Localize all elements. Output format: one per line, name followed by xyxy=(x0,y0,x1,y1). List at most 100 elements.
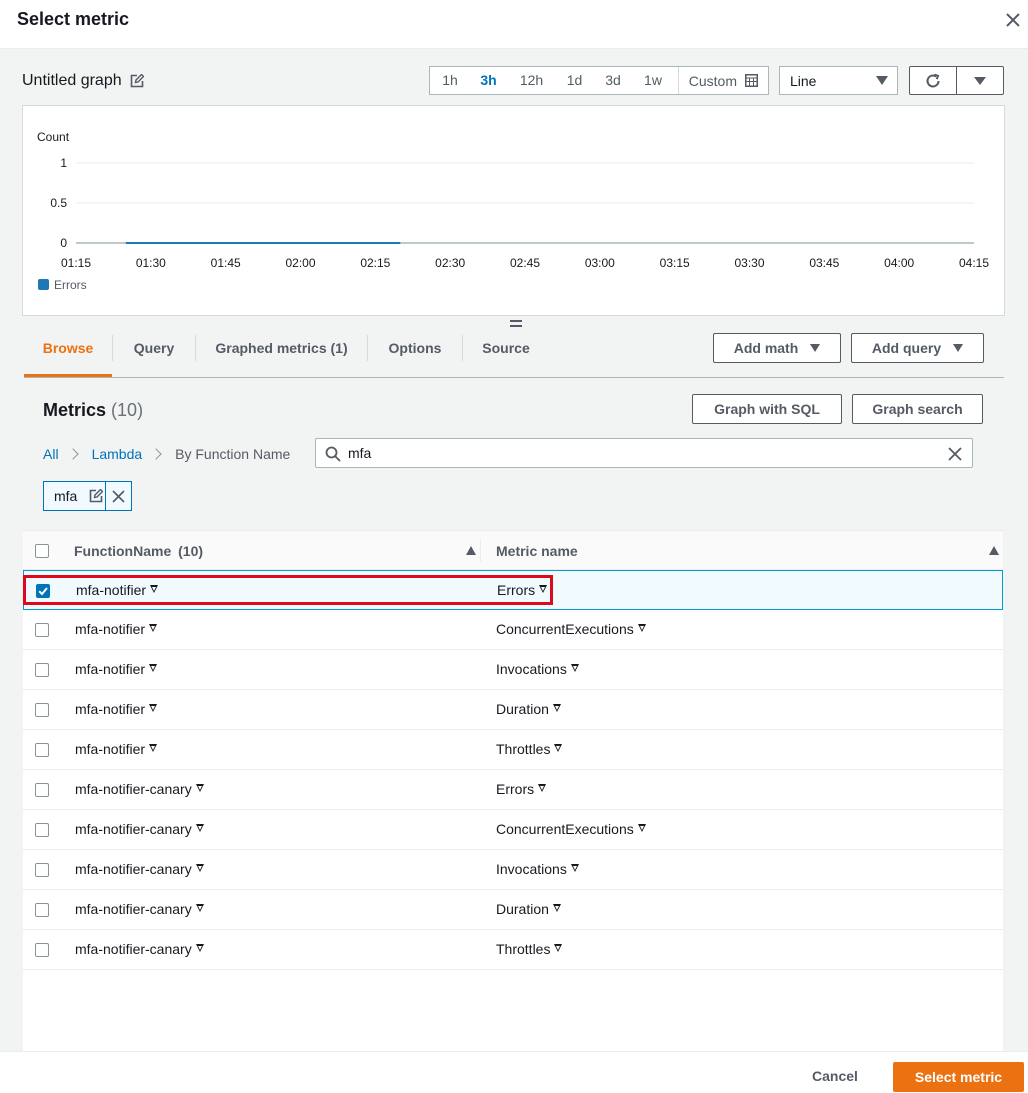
dialog-header: Select metric xyxy=(0,0,1028,49)
time-range-1h[interactable]: 1h xyxy=(430,67,470,94)
graph-with-sql-button[interactable]: Graph with SQL xyxy=(692,394,842,424)
chart-panel: Count 1 0.5 0 01:15 01:30 01:45 02:00 02:15 02:30… xyxy=(22,105,1005,316)
row-checkbox[interactable] xyxy=(35,703,49,717)
sort-ascending-icon[interactable] xyxy=(989,546,999,555)
metrics-browser: Metrics (10) Graph with SQL Graph search… xyxy=(23,378,1003,1051)
function-name-cell: mfa-notifier-canary xyxy=(75,861,204,877)
row-checkbox[interactable] xyxy=(35,623,49,637)
select-all-checkbox[interactable] xyxy=(35,544,49,558)
row-checkbox[interactable] xyxy=(35,743,49,757)
refresh-button[interactable] xyxy=(909,66,957,95)
chart-type-select[interactable]: Line xyxy=(779,66,898,95)
tab-query[interactable]: Query xyxy=(113,330,195,377)
row-checkbox[interactable] xyxy=(35,943,49,957)
remove-token-button[interactable] xyxy=(105,482,131,510)
metric-name: ConcurrentExecutions xyxy=(496,621,634,637)
time-range-1w[interactable]: 1w xyxy=(633,67,673,94)
metric-name: Errors xyxy=(496,781,535,797)
function-name-cell: mfa-notifier xyxy=(75,701,158,717)
time-range-3h[interactable]: 3h xyxy=(470,67,507,94)
filter-menu-icon[interactable] xyxy=(149,704,158,712)
metric-name-cell: Invocations xyxy=(496,861,579,877)
calendar-icon xyxy=(745,74,758,87)
function-name: mfa-notifier xyxy=(75,661,146,677)
table-row[interactable]: mfa-notifier ConcurrentExecutions xyxy=(23,610,1003,650)
column-metric-name[interactable]: Metric name xyxy=(496,543,578,559)
table-row[interactable]: mfa-notifier-canary Throttles xyxy=(23,930,1003,970)
table-row[interactable]: mfa-notifier Invocations xyxy=(23,650,1003,690)
filter-menu-icon[interactable] xyxy=(538,784,547,792)
graph-title[interactable]: Untitled graph xyxy=(22,72,144,90)
tab-browse[interactable]: Browse xyxy=(24,330,112,377)
x-tick-label: 01:15 xyxy=(61,256,91,270)
tab-source[interactable]: Source xyxy=(463,330,549,377)
column-function-name[interactable]: FunctionName (10) xyxy=(74,543,203,559)
chevron-right-icon xyxy=(66,448,79,460)
filter-menu-icon[interactable] xyxy=(637,824,646,832)
table-row[interactable]: mfa-notifier-canary ConcurrentExecutions xyxy=(23,810,1003,850)
row-checkbox[interactable] xyxy=(35,903,49,917)
metric-name-cell: Invocations xyxy=(496,661,579,677)
select-metric-button[interactable]: Select metric xyxy=(893,1062,1024,1092)
filter-menu-icon[interactable] xyxy=(149,664,158,672)
search-input[interactable] xyxy=(348,443,938,463)
tab-options[interactable]: Options xyxy=(368,330,462,377)
filter-menu-icon[interactable] xyxy=(554,744,563,752)
table-row[interactable]: mfa-notifier-canary Invocations xyxy=(23,850,1003,890)
add-query-button[interactable]: Add query xyxy=(851,333,984,363)
row-checkbox[interactable] xyxy=(35,823,49,837)
function-name-cell: mfa-notifier-canary xyxy=(75,901,204,917)
clear-icon[interactable] xyxy=(947,446,963,462)
time-range-12h[interactable]: 12h xyxy=(507,67,556,94)
filter-menu-icon[interactable] xyxy=(149,744,158,752)
table-row[interactable]: mfa-notifier Throttles xyxy=(23,730,1003,770)
filter-menu-icon[interactable] xyxy=(195,944,204,952)
resize-handle-icon[interactable] xyxy=(510,320,522,328)
filter-menu-icon[interactable] xyxy=(150,585,159,593)
edit-icon[interactable] xyxy=(89,489,104,503)
filter-menu-icon[interactable] xyxy=(195,784,204,792)
tab-graphed-metrics[interactable]: Graphed metrics (1) xyxy=(196,330,367,377)
close-icon[interactable] xyxy=(1003,10,1023,30)
sort-ascending-icon[interactable] xyxy=(466,546,476,555)
table-row[interactable]: mfa-notifier-canary Duration xyxy=(23,890,1003,930)
filter-menu-icon[interactable] xyxy=(195,824,204,832)
table-row[interactable]: mfa-notifier Errors xyxy=(23,570,1003,610)
metric-name-cell: ConcurrentExecutions xyxy=(496,821,646,837)
filter-menu-icon[interactable] xyxy=(195,864,204,872)
breadcrumb-current: By Function Name xyxy=(175,446,291,462)
add-math-button[interactable]: Add math xyxy=(713,333,841,363)
refresh-options-button[interactable] xyxy=(956,66,1004,95)
metric-name-cell: ConcurrentExecutions xyxy=(496,621,646,637)
function-name: mfa-notifier-canary xyxy=(75,781,192,797)
graph-search-button[interactable]: Graph search xyxy=(852,394,983,424)
search-token-label[interactable]: mfa xyxy=(44,482,105,510)
row-checkbox[interactable] xyxy=(36,584,50,598)
metric-name-cell: Throttles xyxy=(496,741,563,757)
row-checkbox[interactable] xyxy=(35,663,49,677)
filter-menu-icon[interactable] xyxy=(570,664,579,672)
filter-menu-icon[interactable] xyxy=(637,624,646,632)
filter-menu-icon[interactable] xyxy=(570,864,579,872)
filter-menu-icon[interactable] xyxy=(554,944,563,952)
filter-menu-icon[interactable] xyxy=(195,904,204,912)
function-name: mfa-notifier xyxy=(75,621,146,637)
time-range-custom[interactable]: Custom xyxy=(677,67,768,94)
breadcrumb-all[interactable]: All xyxy=(43,446,59,462)
table-row[interactable]: mfa-notifier Duration xyxy=(23,690,1003,730)
search-token-text: mfa xyxy=(54,488,78,504)
time-range-3d[interactable]: 3d xyxy=(593,67,633,94)
filter-menu-icon[interactable] xyxy=(552,704,561,712)
filter-menu-icon[interactable] xyxy=(149,624,158,632)
filter-menu-icon[interactable] xyxy=(552,904,561,912)
breadcrumb-lambda[interactable]: Lambda xyxy=(92,446,143,462)
cancel-button[interactable]: Cancel xyxy=(812,1068,858,1084)
filter-menu-icon[interactable] xyxy=(539,585,548,593)
x-tick-label: 02:00 xyxy=(285,256,315,270)
row-checkbox[interactable] xyxy=(35,783,49,797)
row-checkbox[interactable] xyxy=(35,863,49,877)
edit-icon[interactable] xyxy=(130,74,144,88)
legend-swatch xyxy=(38,279,49,290)
table-row[interactable]: mfa-notifier-canary Errors xyxy=(23,770,1003,810)
time-range-1d[interactable]: 1d xyxy=(556,67,593,94)
